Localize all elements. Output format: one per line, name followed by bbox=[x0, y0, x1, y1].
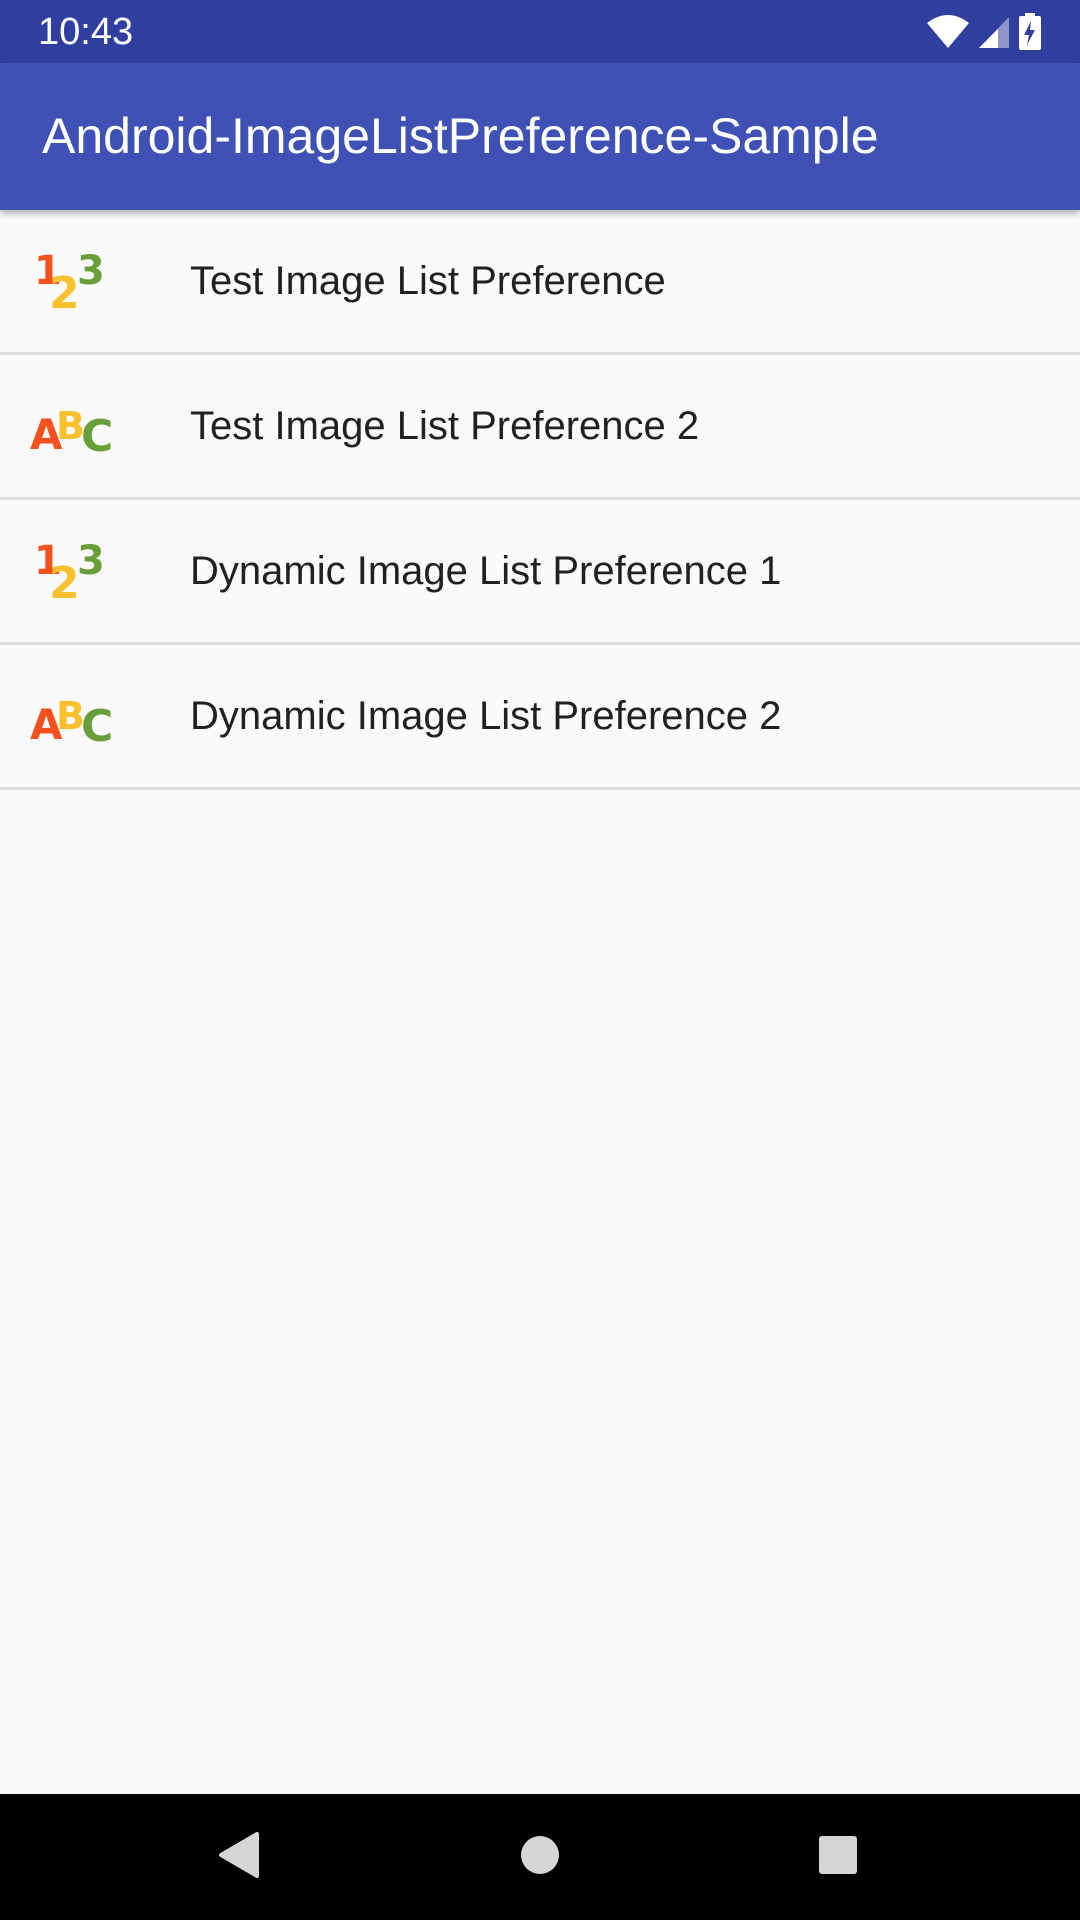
recents-button[interactable] bbox=[808, 1827, 868, 1887]
preference-title: Dynamic Image List Preference 1 bbox=[190, 549, 782, 593]
svg-text:3: 3 bbox=[77, 538, 105, 584]
app-title: Android-ImageListPreference-Sample bbox=[42, 108, 879, 164]
letters-abc-icon: A B C bbox=[28, 391, 118, 461]
svg-text:C: C bbox=[81, 701, 113, 751]
cell-signal-icon bbox=[978, 15, 1010, 49]
letters-abc-icon: A B C bbox=[28, 681, 118, 751]
recents-icon bbox=[818, 1835, 858, 1880]
preference-title: Dynamic Image List Preference 2 bbox=[190, 694, 782, 738]
status-bar: 10:43 bbox=[0, 0, 1080, 63]
status-time: 10:43 bbox=[38, 11, 134, 53]
preference-title: Test Image List Preference 2 bbox=[190, 404, 700, 448]
status-icons bbox=[926, 12, 1042, 52]
svg-text:C: C bbox=[81, 411, 113, 461]
battery-charging-icon bbox=[1018, 13, 1042, 51]
svg-text:2: 2 bbox=[49, 268, 80, 316]
preference-item-dynamic-2[interactable]: A B C Dynamic Image List Preference 2 bbox=[0, 645, 1080, 790]
preference-item-dynamic-1[interactable]: 1 2 3 Dynamic Image List Preference 1 bbox=[0, 500, 1080, 645]
svg-text:2: 2 bbox=[49, 558, 80, 606]
app-bar: Android-ImageListPreference-Sample bbox=[0, 63, 1080, 210]
preference-list: 1 2 3 Test Image List Preference A B C T… bbox=[0, 210, 1080, 790]
navigation-bar bbox=[0, 1794, 1080, 1920]
preference-item-test-2[interactable]: A B C Test Image List Preference 2 bbox=[0, 355, 1080, 500]
home-button[interactable] bbox=[510, 1827, 570, 1887]
back-icon bbox=[217, 1831, 261, 1884]
numbers-123-icon: 1 2 3 bbox=[28, 246, 118, 316]
preference-title: Test Image List Preference bbox=[190, 259, 666, 303]
home-icon bbox=[520, 1835, 560, 1880]
screen: 10:43 Android-ImageListPreference-Sample… bbox=[0, 0, 1080, 1920]
back-button[interactable] bbox=[209, 1827, 269, 1887]
preference-item-test-1[interactable]: 1 2 3 Test Image List Preference bbox=[0, 210, 1080, 355]
wifi-icon bbox=[926, 15, 970, 49]
svg-text:3: 3 bbox=[77, 248, 105, 294]
numbers-123-icon: 1 2 3 bbox=[28, 536, 118, 606]
